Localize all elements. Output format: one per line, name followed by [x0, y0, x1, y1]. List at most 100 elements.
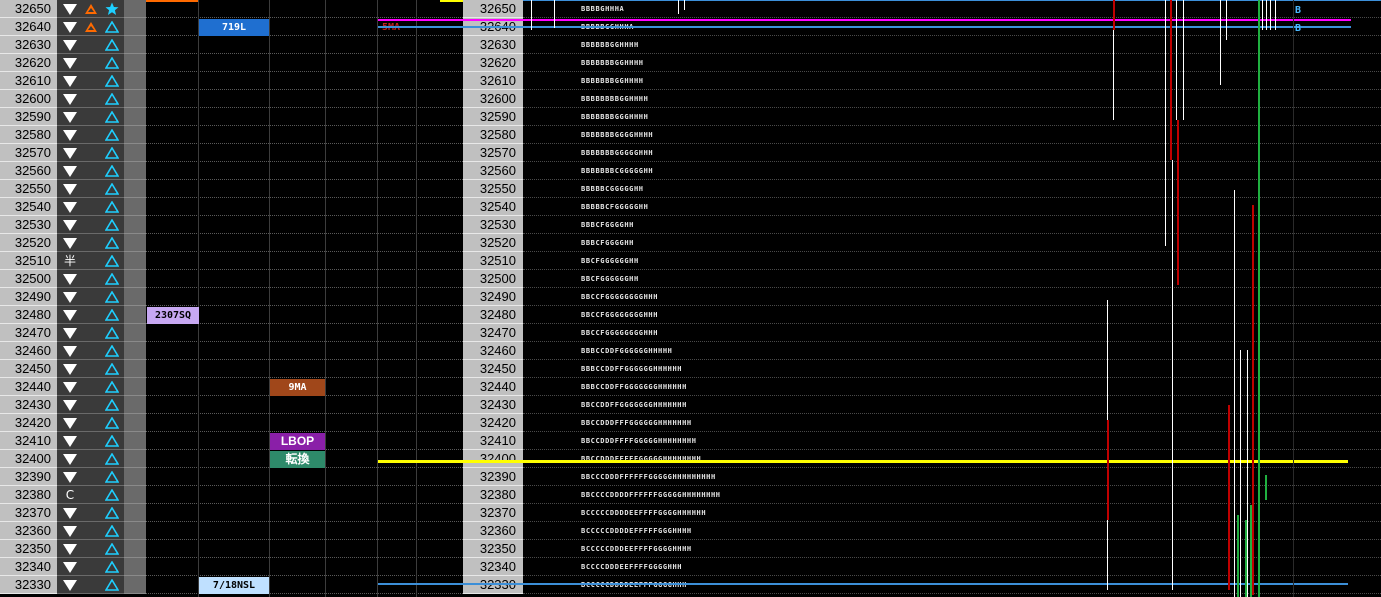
- buy-triangle-cell[interactable]: [100, 18, 124, 36]
- buy-triangle-cell[interactable]: [100, 450, 124, 468]
- alert-cell[interactable]: [83, 234, 100, 252]
- sell-triangle-icon[interactable]: [57, 180, 83, 198]
- sell-triangle-icon[interactable]: [57, 522, 83, 540]
- sell-triangle-icon[interactable]: [57, 144, 83, 162]
- sell-triangle-icon[interactable]: [57, 342, 83, 360]
- sell-triangle-icon[interactable]: [57, 126, 83, 144]
- tag-tenkan[interactable]: 転換: [270, 451, 325, 468]
- buy-triangle-cell[interactable]: [100, 90, 124, 108]
- alert-cell[interactable]: [83, 18, 100, 36]
- buy-triangle-cell[interactable]: [100, 126, 124, 144]
- sell-triangle-icon[interactable]: [57, 396, 83, 414]
- buy-triangle-cell[interactable]: [100, 108, 124, 126]
- star-cell[interactable]: [100, 0, 124, 18]
- alert-cell[interactable]: [83, 504, 100, 522]
- marker-glyph[interactable]: C: [57, 486, 83, 504]
- ladder-row[interactable]: 32580 32580 BBBBBBBGGGGHHHH: [0, 126, 1381, 144]
- alert-cell[interactable]: [83, 54, 100, 72]
- ladder-row[interactable]: 32440 32440 BBBCCDDFFGGGGGGGHHHHHH: [0, 378, 1381, 396]
- ladder-row[interactable]: 32420 32420 BBCCDDDFFFGGGGGGHHHHHHH: [0, 414, 1381, 432]
- ladder-row[interactable]: 32630 32630 BBBBBBGGHHHH: [0, 36, 1381, 54]
- sell-triangle-icon[interactable]: [57, 432, 83, 450]
- buy-triangle-cell[interactable]: [100, 522, 124, 540]
- tag-9ma[interactable]: 9MA: [270, 379, 325, 396]
- buy-triangle-cell[interactable]: [100, 216, 124, 234]
- alert-cell[interactable]: [83, 90, 100, 108]
- ladder-row[interactable]: 32570 32570 BBBBBBBGGGGGHHH: [0, 144, 1381, 162]
- sell-triangle-icon[interactable]: [57, 234, 83, 252]
- sell-triangle-icon[interactable]: [57, 288, 83, 306]
- sell-triangle-icon[interactable]: [57, 558, 83, 576]
- buy-triangle-cell[interactable]: [100, 162, 124, 180]
- alert-cell[interactable]: [83, 0, 100, 18]
- sell-triangle-icon[interactable]: [57, 270, 83, 288]
- buy-triangle-cell[interactable]: [100, 180, 124, 198]
- buy-triangle-cell[interactable]: [100, 36, 124, 54]
- sell-triangle-icon[interactable]: [57, 468, 83, 486]
- ladder-row[interactable]: 32650 32650 BBBBGHHHA: [0, 0, 1381, 18]
- alert-cell[interactable]: [83, 108, 100, 126]
- alert-cell[interactable]: [83, 468, 100, 486]
- buy-triangle-cell[interactable]: [100, 576, 124, 594]
- ladder-row[interactable]: 32340 32340 BCCCCDDDEEFFFFGGGGHHH: [0, 558, 1381, 576]
- alert-cell[interactable]: [83, 162, 100, 180]
- buy-triangle-cell[interactable]: [100, 54, 124, 72]
- ladder-row[interactable]: 32400 32400 BBCCDDDFFFFFGGGGGHHHHHHHH: [0, 450, 1381, 468]
- sell-triangle-icon[interactable]: [57, 540, 83, 558]
- buy-triangle-cell[interactable]: [100, 324, 124, 342]
- sell-triangle-icon[interactable]: [57, 36, 83, 54]
- ladder-row[interactable]: 32460 32460 BBBCCDDFGGGGGGHHHHH: [0, 342, 1381, 360]
- alert-cell[interactable]: [83, 432, 100, 450]
- ladder-row[interactable]: 32380 C 32380 BBCCCCDDDDFFFFFFGGGGGHHHHHHHH: [0, 486, 1381, 504]
- alert-cell[interactable]: [83, 522, 100, 540]
- buy-triangle-cell[interactable]: [100, 396, 124, 414]
- ladder-row[interactable]: 32390 32390 BBCCCDDDFFFFFFGGGGGHHHHHHHHH: [0, 468, 1381, 486]
- sell-triangle-icon[interactable]: [57, 306, 83, 324]
- buy-triangle-cell[interactable]: [100, 378, 124, 396]
- buy-triangle-cell[interactable]: [100, 468, 124, 486]
- ladder-row[interactable]: 32430 32430 BBCCDDFFGGGGGGGHHHHHHH: [0, 396, 1381, 414]
- alert-cell[interactable]: [83, 144, 100, 162]
- sell-triangle-icon[interactable]: [57, 360, 83, 378]
- marker-glyph[interactable]: 半: [57, 252, 83, 270]
- buy-triangle-cell[interactable]: [100, 504, 124, 522]
- alert-cell[interactable]: [83, 72, 100, 90]
- buy-triangle-cell[interactable]: [100, 72, 124, 90]
- sell-triangle-icon[interactable]: [57, 324, 83, 342]
- sell-triangle-icon[interactable]: [57, 414, 83, 432]
- buy-triangle-cell[interactable]: [100, 558, 124, 576]
- alert-cell[interactable]: [83, 306, 100, 324]
- sell-triangle-icon[interactable]: [57, 162, 83, 180]
- sell-triangle-icon[interactable]: [57, 54, 83, 72]
- buy-triangle-cell[interactable]: [100, 414, 124, 432]
- buy-triangle-cell[interactable]: [100, 540, 124, 558]
- alert-cell[interactable]: [83, 324, 100, 342]
- ladder-row[interactable]: 32600 32600 BBBBBBBBGGHHHH: [0, 90, 1381, 108]
- ladder-row[interactable]: 32550 32550 BBBBBCGGGGGHH: [0, 180, 1381, 198]
- ladder-row[interactable]: 32620 32620 BBBBBBBGGHHHH: [0, 54, 1381, 72]
- buy-triangle-cell[interactable]: [100, 234, 124, 252]
- alert-cell[interactable]: [83, 342, 100, 360]
- alert-cell[interactable]: [83, 216, 100, 234]
- alert-cell[interactable]: [83, 198, 100, 216]
- ladder-row[interactable]: 32500 32500 BBCFGGGGGGHH: [0, 270, 1381, 288]
- tag-lbop[interactable]: LBOP: [270, 433, 325, 450]
- alert-cell[interactable]: [83, 540, 100, 558]
- sell-triangle-icon[interactable]: [57, 0, 83, 18]
- sell-triangle-icon[interactable]: [57, 504, 83, 522]
- ladder-row[interactable]: 32540 32540 BBBBBCFGGGGGHH: [0, 198, 1381, 216]
- alert-cell[interactable]: [83, 414, 100, 432]
- ladder-row[interactable]: 32350 32350 BCCCCCDDDEEFFFFGGGGHHHH: [0, 540, 1381, 558]
- buy-triangle-cell[interactable]: [100, 342, 124, 360]
- sell-triangle-icon[interactable]: [57, 198, 83, 216]
- alert-cell[interactable]: [83, 126, 100, 144]
- ladder-row[interactable]: 32610 32610 BBBBBBBGGHHHH: [0, 72, 1381, 90]
- alert-cell[interactable]: [83, 180, 100, 198]
- alert-cell[interactable]: [83, 396, 100, 414]
- sell-triangle-icon[interactable]: [57, 18, 83, 36]
- tag-2307sq[interactable]: 2307SQ: [147, 307, 199, 324]
- alert-cell[interactable]: [83, 288, 100, 306]
- alert-cell[interactable]: [83, 450, 100, 468]
- tag-718nsl[interactable]: 7/18NSL: [199, 577, 269, 594]
- alert-cell[interactable]: [83, 360, 100, 378]
